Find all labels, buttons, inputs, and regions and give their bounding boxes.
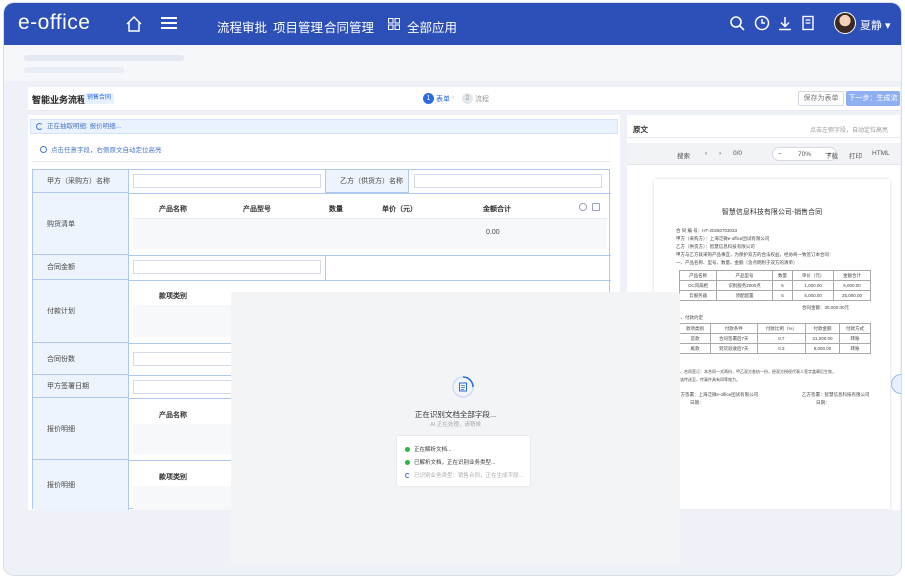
doc-title: 智慧信息科技有限公司-销售合同 bbox=[721, 209, 823, 216]
app-logo[interactable]: e-office bbox=[18, 11, 91, 35]
check-dot-icon bbox=[405, 459, 410, 465]
top-header: e-office 流程审批 项目管理 合同管理 全部应用 夏静 ▾ bbox=[4, 3, 901, 45]
nav-all-apps[interactable]: 全部应用 bbox=[407, 17, 457, 36]
search-icon[interactable] bbox=[729, 15, 745, 31]
doc-line: 合 同 编 号：HT-20250703033 bbox=[676, 228, 738, 233]
contract-copies-label: 合同份数 bbox=[33, 343, 129, 375]
user-name[interactable]: 夏静 ▾ bbox=[860, 17, 891, 33]
doc-date-a: 日期： bbox=[690, 400, 704, 405]
progress-step-done: 已解析文档，正在识别业务类型... bbox=[405, 458, 496, 466]
quote-detail-label-1: 报价明细 bbox=[33, 398, 129, 460]
print-button[interactable]: 打印 bbox=[849, 150, 862, 160]
overlay-subtitle: AI 正在处理，请稍候 bbox=[430, 422, 481, 428]
sign-date-input[interactable] bbox=[133, 380, 233, 394]
preview-title: 原文 bbox=[633, 125, 648, 134]
zoom-level: 70% bbox=[798, 151, 812, 158]
process-title: 智能业务流程 bbox=[32, 95, 87, 105]
user-avatar[interactable] bbox=[834, 12, 856, 34]
expand-icon[interactable] bbox=[592, 203, 600, 211]
prev-page-icon[interactable]: ‹ bbox=[705, 150, 707, 157]
purchase-header-qty: 数量 bbox=[329, 206, 343, 213]
purchase-header-name: 产品名称 bbox=[159, 206, 187, 213]
add-row-icon[interactable] bbox=[579, 203, 587, 211]
doc-product-table: 产品名称 产品型号 数量 单价（元） 金额合计 OC风扇柜 识别服务2000点 5 1,000… bbox=[678, 270, 872, 301]
process-header: 智能业务流程 销售合同 1 表单 › 2 流程 保存为表单 下一步：生成流 bbox=[28, 87, 900, 111]
app-window: e-office 流程审批 项目管理 合同管理 全部应用 夏静 ▾ 智能业务流程… bbox=[4, 3, 901, 575]
progress-step-done: 正在解析文档... bbox=[405, 445, 452, 453]
sub-banner bbox=[4, 45, 901, 81]
purchase-header-model: 产品型号 bbox=[243, 206, 271, 213]
process-tag: 销售合同 bbox=[84, 93, 115, 104]
save-as-form-button[interactable]: 保存为表单 bbox=[798, 91, 844, 106]
recognition-overlay: 正在识别文档全部字段... AI 正在处理，请稍候 正在解析文档... 已解析文… bbox=[231, 292, 680, 564]
party-a-input[interactable] bbox=[133, 174, 321, 188]
progress-steps: 正在解析文档... 已解析文档，正在识别业务类型... 已识别业务类型：销售合同… bbox=[396, 435, 531, 487]
step-separator: › bbox=[452, 94, 455, 101]
doc-sign-a: 甲方签署：上海泛微e-office团试有限公司 bbox=[676, 392, 759, 397]
quote-header-type: 款项类别 bbox=[159, 474, 187, 481]
preview-hint: 点击左侧字段，自动定位高亮 bbox=[810, 128, 889, 134]
doc-line: 一、产品名称、型号、数量、金额（含点明附于双方的清单） bbox=[676, 260, 798, 265]
doc-date-b: 日期： bbox=[816, 400, 830, 405]
quote-header-name: 产品名称 bbox=[159, 412, 187, 419]
contract-copies-input[interactable] bbox=[133, 352, 233, 366]
nav-contract[interactable]: 合同管理 bbox=[324, 17, 374, 36]
info-icon bbox=[40, 146, 47, 153]
doc-section-3: 三、合同签订：本合同一式两份，甲乙双方各执一份，经双方授权代表人签字盖章后生效， bbox=[676, 369, 836, 374]
purchase-header-total: 金额合计 bbox=[483, 206, 511, 213]
quote-detail-label-2: 报价明细 bbox=[33, 460, 129, 510]
preview-toolbar: 搜索 ‹ › 0/0 − 70% + 下载 打印 HTML bbox=[627, 143, 900, 165]
document-page: 智慧信息科技有限公司-销售合同 合 同 编 号：HT-20250703033 甲… bbox=[654, 179, 890, 509]
html-button[interactable]: HTML bbox=[872, 150, 890, 157]
zoom-out-icon[interactable]: − bbox=[778, 151, 782, 158]
overlay-title: 正在识别文档全部字段... bbox=[414, 410, 497, 419]
sign-date-label: 甲方签署日期 bbox=[33, 375, 129, 398]
purchase-total-value: 0.00 bbox=[486, 229, 500, 236]
purchase-list-label: 购货清单 bbox=[33, 193, 129, 255]
nav-project[interactable]: 项目管理 bbox=[273, 17, 323, 36]
doc-payment-table: 款项类别 付款条件 付款比例（%） 付款金额 付款方式 首款 合同签署后7天 0.7 21,0… bbox=[678, 323, 872, 354]
next-page-icon[interactable]: › bbox=[719, 150, 721, 157]
download-button[interactable]: 下载 bbox=[825, 150, 838, 160]
grid-icon bbox=[388, 18, 400, 30]
download-icon[interactable] bbox=[777, 15, 793, 31]
step-1-label[interactable]: 表单 bbox=[436, 94, 450, 104]
page-indicator: 0/0 bbox=[733, 150, 743, 157]
step-2-label[interactable]: 流程 bbox=[475, 94, 489, 104]
document-icon[interactable] bbox=[800, 15, 816, 31]
doc-total: 合同金额：30,000.00元 bbox=[802, 305, 850, 310]
doc-section-3b: 该传送至，传真件具有同等效力。 bbox=[680, 377, 740, 382]
home-icon[interactable] bbox=[125, 15, 143, 33]
loading-icon bbox=[36, 123, 43, 130]
doc-section-2: 二、付款约定 bbox=[676, 315, 703, 320]
doc-line: 甲方与乙方就采购产品事宜，为保护双方的合法权益，经协商一致签订本合同： bbox=[676, 252, 834, 257]
search-button[interactable]: 搜索 bbox=[677, 150, 690, 160]
party-b-input[interactable] bbox=[414, 174, 602, 188]
document-scan-icon bbox=[452, 376, 474, 398]
extracting-notice: 正在抽取明细: 报价明细... bbox=[30, 119, 618, 134]
nav-workflow[interactable]: 流程审批 bbox=[217, 17, 267, 36]
spinner-icon bbox=[405, 472, 410, 478]
step-1-number: 1 bbox=[423, 93, 434, 104]
hint-notice: 点击任意字段，右侧原文自动定位高亮 bbox=[40, 144, 162, 154]
next-step-button[interactable]: 下一步：生成流 bbox=[846, 91, 900, 106]
step-2-number: 2 bbox=[462, 93, 473, 104]
doc-sign-b: 乙方签署：智慧信息科技有限公司 bbox=[802, 392, 870, 397]
contract-amount-label: 合同金额 bbox=[33, 255, 129, 280]
progress-step-pending: 已识别业务类型：销售合同，正在生成字段... bbox=[405, 471, 523, 479]
payment-plan-label: 付款计划 bbox=[33, 280, 129, 343]
menu-icon[interactable] bbox=[161, 16, 177, 30]
clock-icon[interactable] bbox=[754, 15, 770, 31]
party-b-label: 乙方（供货方）名称 bbox=[325, 170, 409, 193]
doc-line: 乙方（供货方）：智慧信息科技有限公司 bbox=[676, 244, 755, 249]
check-dot-icon bbox=[405, 446, 410, 452]
purchase-header-price: 单价（元） bbox=[382, 206, 417, 213]
contract-amount-input[interactable] bbox=[133, 260, 321, 274]
doc-line: 甲方（采购方）：上海泛微e-office团试有限公司 bbox=[676, 236, 770, 241]
payment-header-type: 款项类别 bbox=[159, 293, 187, 300]
party-a-label: 甲方（采购方）名称 bbox=[33, 170, 129, 193]
